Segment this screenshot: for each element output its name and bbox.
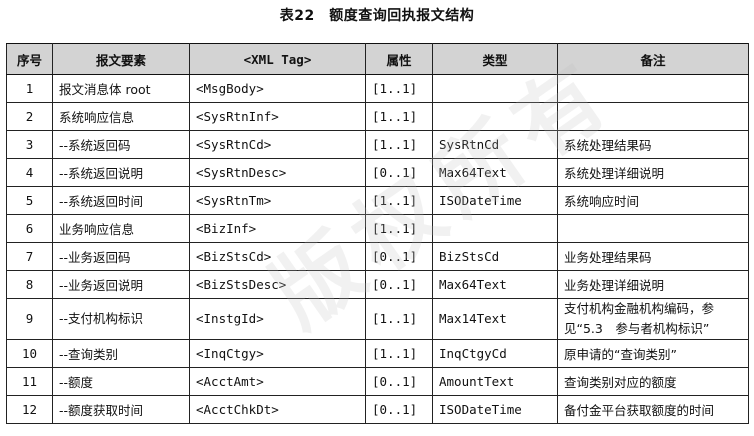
cell-element: --额度 — [52, 367, 190, 396]
cell-xml-tag: <SysRtnCd> — [189, 130, 366, 159]
table-header-row: 序号 报文要素 <XML Tag> 属性 类型 备注 — [6, 43, 749, 75]
cell-attribute: [1..1] — [365, 214, 433, 243]
cell-attribute: [0..1] — [365, 395, 433, 424]
cell-attribute: [0..1] — [365, 242, 433, 271]
table-row: 3 --系统返回码 <SysRtnCd> [1..1] SysRtnCd 系统处… — [6, 130, 749, 159]
header-xml-tag: <XML Tag> — [189, 43, 366, 75]
header-note: 备注 — [557, 43, 749, 75]
cell-element: --系统返回说明 — [52, 158, 190, 187]
cell-attribute: [0..1] — [365, 270, 433, 299]
cell-attribute: [1..1] — [365, 186, 433, 215]
header-element: 报文要素 — [52, 43, 190, 75]
header-attribute: 属性 — [365, 43, 433, 75]
cell-element: --系统返回时间 — [52, 186, 190, 215]
cell-type: AmountText — [432, 367, 558, 396]
cell-element: --额度获取时间 — [52, 395, 190, 424]
table-row: 5 --系统返回时间 <SysRtnTm> [1..1] ISODateTime… — [6, 186, 749, 215]
cell-type — [432, 74, 558, 103]
header-no: 序号 — [6, 43, 53, 75]
cell-no: 6 — [6, 214, 53, 243]
cell-no: 5 — [6, 186, 53, 215]
cell-xml-tag: <BizStsCd> — [189, 242, 366, 271]
cell-xml-tag: <SysRtnDesc> — [189, 158, 366, 187]
cell-no: 1 — [6, 74, 53, 103]
cell-no: 2 — [6, 102, 53, 131]
cell-type: InqCtgyCd — [432, 339, 558, 368]
cell-element: 业务响应信息 — [52, 214, 190, 243]
cell-attribute: [1..1] — [365, 298, 433, 340]
cell-note — [557, 74, 749, 103]
cell-xml-tag: <AcctAmt> — [189, 367, 366, 396]
table-caption: 表22 额度查询回执报文结构 — [279, 8, 475, 24]
cell-attribute: [1..1] — [365, 339, 433, 368]
cell-attribute: [0..1] — [365, 367, 433, 396]
cell-no: 8 — [6, 270, 53, 299]
cell-xml-tag: <InqCtgy> — [189, 339, 366, 368]
cell-xml-tag: <BizInf> — [189, 214, 366, 243]
cell-type — [432, 214, 558, 243]
cell-element: --查询类别 — [52, 339, 190, 368]
cell-element: --业务返回码 — [52, 242, 190, 271]
cell-type: Max64Text — [432, 270, 558, 299]
cell-note — [557, 214, 749, 243]
cell-xml-tag: <MsgBody> — [189, 74, 366, 103]
cell-element: --系统返回码 — [52, 130, 190, 159]
cell-xml-tag: <AcctChkDt> — [189, 395, 366, 424]
cell-note: 业务处理详细说明 — [557, 270, 749, 299]
cell-attribute: [1..1] — [365, 74, 433, 103]
table-row: 1 报文消息体 root <MsgBody> [1..1] — [6, 74, 749, 103]
cell-type: ISODateTime — [432, 186, 558, 215]
table-row: 8 --业务返回说明 <BizStsDesc> [0..1] Max64Text… — [6, 270, 749, 299]
message-structure-table: 序号 报文要素 <XML Tag> 属性 类型 备注 1 报文消息体 root … — [6, 43, 749, 424]
cell-element: --支付机构标识 — [52, 298, 190, 340]
cell-type: Max14Text — [432, 298, 558, 340]
cell-attribute: [1..1] — [365, 102, 433, 131]
cell-note: 原申请的“查询类别” — [557, 339, 749, 368]
cell-no: 10 — [6, 339, 53, 368]
table-row: 10 --查询类别 <InqCtgy> [1..1] InqCtgyCd 原申请… — [6, 339, 749, 368]
cell-type: BizStsCd — [432, 242, 558, 271]
cell-note: 备付金平台获取额度的时间 — [557, 395, 749, 424]
cell-attribute: [0..1] — [365, 158, 433, 187]
cell-note — [557, 102, 749, 131]
cell-type: SysRtnCd — [432, 130, 558, 159]
table-row: 7 --业务返回码 <BizStsCd> [0..1] BizStsCd 业务处… — [6, 242, 749, 271]
cell-attribute: [1..1] — [365, 130, 433, 159]
cell-note: 系统响应时间 — [557, 186, 749, 215]
cell-note: 系统处理结果码 — [557, 130, 749, 159]
table-row: 9 --支付机构标识 <InstgId> [1..1] Max14Text 支付… — [6, 298, 749, 340]
cell-no: 12 — [6, 395, 53, 424]
cell-note: 业务处理结果码 — [557, 242, 749, 271]
header-type: 类型 — [432, 43, 558, 75]
cell-element: --业务返回说明 — [52, 270, 190, 299]
cell-type: Max64Text — [432, 158, 558, 187]
cell-type — [432, 102, 558, 131]
cell-no: 11 — [6, 367, 53, 396]
cell-element: 系统响应信息 — [52, 102, 190, 131]
table-row: 4 --系统返回说明 <SysRtnDesc> [0..1] Max64Text… — [6, 158, 749, 187]
table-row: 2 系统响应信息 <SysRtnInf> [1..1] — [6, 102, 749, 131]
cell-xml-tag: <SysRtnTm> — [189, 186, 366, 215]
cell-note: 支付机构金融机构编码，参见“5.3 参与者机构标识” — [557, 298, 749, 340]
cell-no: 9 — [6, 298, 53, 340]
table-row: 12 --额度获取时间 <AcctChkDt> [0..1] ISODateTi… — [6, 395, 749, 424]
cell-xml-tag: <BizStsDesc> — [189, 270, 366, 299]
cell-type: ISODateTime — [432, 395, 558, 424]
table-row: 11 --额度 <AcctAmt> [0..1] AmountText 查询类别… — [6, 367, 749, 396]
table-row: 6 业务响应信息 <BizInf> [1..1] — [6, 214, 749, 243]
cell-note: 查询类别对应的额度 — [557, 367, 749, 396]
cell-note: 系统处理详细说明 — [557, 158, 749, 187]
cell-no: 3 — [6, 130, 53, 159]
cell-element: 报文消息体 root — [52, 74, 190, 103]
cell-no: 4 — [6, 158, 53, 187]
cell-xml-tag: <SysRtnInf> — [189, 102, 366, 131]
cell-no: 7 — [6, 242, 53, 271]
cell-xml-tag: <InstgId> — [189, 298, 366, 340]
